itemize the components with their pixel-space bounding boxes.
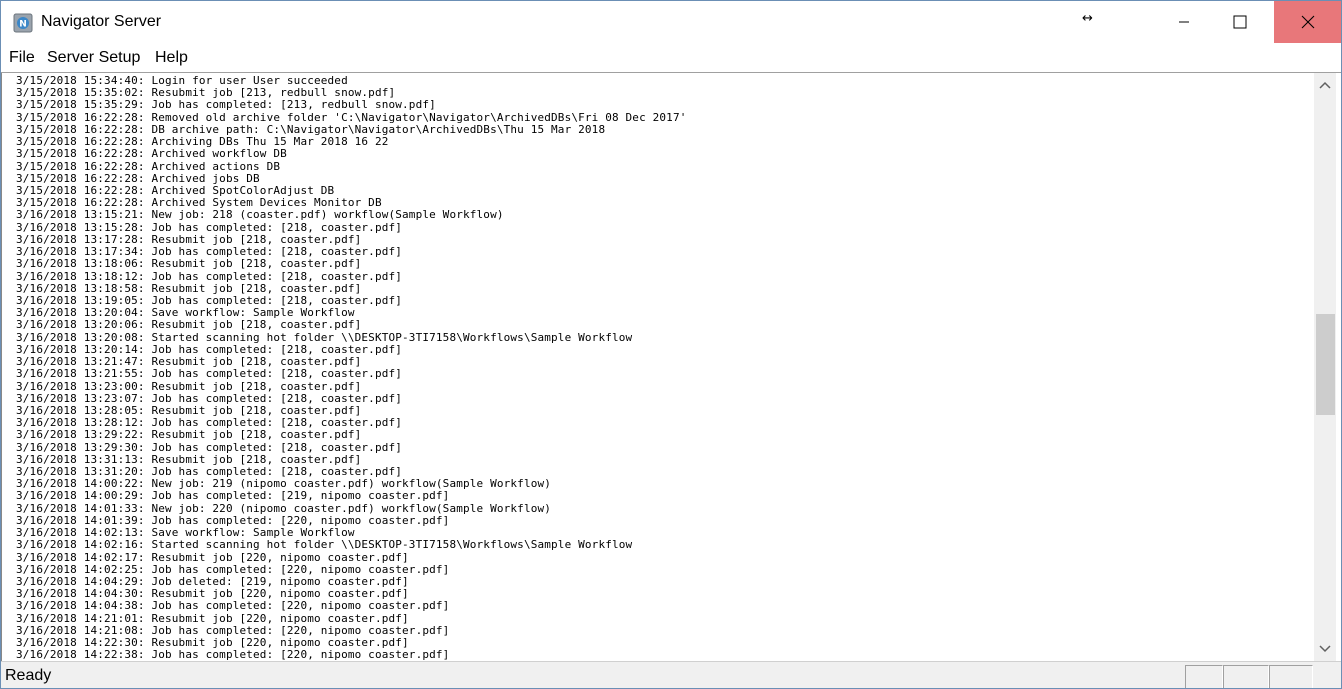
window-title: Navigator Server (41, 13, 162, 30)
close-button[interactable] (1274, 1, 1341, 43)
log-line: 3/16/2018 14:00:29: Job has completed: [… (16, 489, 450, 503)
log-line: 3/15/2018 15:35:29: Job has completed: [… (16, 98, 436, 112)
vertical-scrollbar[interactable] (1314, 73, 1336, 661)
log-line: 3/16/2018 13:23:00: Resubmit job [218, c… (16, 379, 362, 393)
chevron-up-icon (1319, 81, 1331, 89)
log-line: 3/16/2018 14:02:16: Started scanning hot… (16, 538, 633, 552)
resize-horizontal-icon: ↔ (1082, 11, 1093, 26)
log-line: 3/16/2018 13:20:06: Resubmit job [218, c… (16, 318, 362, 332)
log-line: 3/16/2018 14:04:38: Job has completed: [… (16, 599, 450, 613)
log-line: 3/16/2018 13:21:55: Job has completed: [… (16, 367, 403, 381)
maximize-button[interactable] (1217, 1, 1263, 43)
menu-file[interactable]: File (9, 49, 35, 67)
chevron-down-icon (1319, 645, 1331, 653)
title-bar[interactable]: N Navigator Server ↔ (1, 1, 1341, 45)
menu-bar: File Server Setup Help (1, 45, 1341, 73)
log-line: 3/16/2018 13:15:28: Job has completed: [… (16, 220, 403, 234)
status-text: Ready (5, 667, 52, 684)
log-line: 3/16/2018 13:15:21: New job: 218 (coaste… (16, 208, 504, 222)
log-line: 3/16/2018 13:18:12: Job has completed: [… (16, 269, 403, 283)
status-pane (1185, 665, 1223, 688)
log-line: 3/16/2018 14:02:17: Resubmit job [220, n… (16, 550, 409, 564)
status-bar: Ready (1, 661, 1341, 688)
status-pane (1223, 665, 1269, 688)
minimize-button[interactable] (1161, 1, 1207, 43)
log-line: 3/16/2018 13:20:08: Started scanning hot… (16, 330, 633, 344)
minimize-icon (1179, 21, 1189, 23)
scroll-up-button[interactable] (1314, 75, 1336, 95)
log-line: 3/15/2018 16:22:28: Archived actions DB (16, 159, 281, 173)
log-line: 3/16/2018 13:29:30: Job has completed: [… (16, 440, 403, 454)
close-icon (1301, 15, 1314, 29)
navigator-app-icon: N (13, 13, 33, 33)
menu-help[interactable]: Help (155, 49, 188, 67)
scroll-down-button[interactable] (1314, 639, 1336, 659)
status-pane (1269, 665, 1313, 688)
maximize-icon (1233, 15, 1247, 29)
scroll-thumb[interactable] (1316, 314, 1335, 415)
menu-server-setup[interactable]: Server Setup (47, 49, 140, 67)
app-window: N Navigator Server ↔ File Server Setup H… (0, 0, 1342, 689)
log-view[interactable]: 3/15/2018 15:34:40: Login for user User … (1, 73, 1315, 661)
log-line: 3/16/2018 13:29:22: Resubmit job [218, c… (16, 428, 362, 442)
log-line: 3/16/2018 14:22:38: Job has completed: [… (16, 648, 450, 661)
log-line: 3/15/2018 16:22:28: Archived workflow DB (16, 147, 287, 161)
svg-text:N: N (19, 20, 27, 30)
log-line: 3/16/2018 13:18:06: Resubmit job [218, c… (16, 257, 362, 271)
